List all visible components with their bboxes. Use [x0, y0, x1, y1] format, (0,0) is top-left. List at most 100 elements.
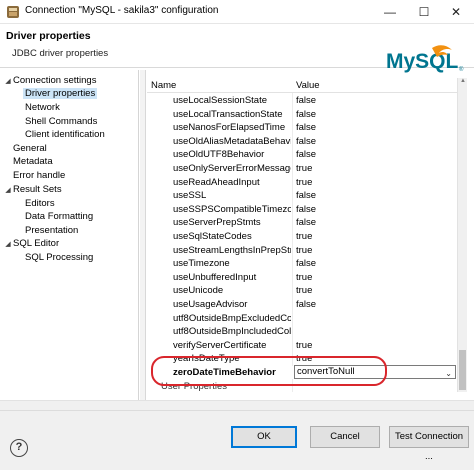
- property-name: useOldUTF8Behavior: [173, 149, 265, 161]
- property-value[interactable]: false: [296, 216, 316, 229]
- ok-button[interactable]: OK: [231, 426, 297, 448]
- chevron-down-icon[interactable]: ◢: [3, 75, 13, 88]
- window-title: Connection "MySQL - sakila3" configurati…: [25, 5, 219, 16]
- property-value[interactable]: true: [296, 284, 312, 297]
- table-row[interactable]: useUnbufferedInput true: [147, 271, 457, 284]
- chevron-down-icon[interactable]: ⌄: [445, 367, 452, 380]
- property-name: useTimezone: [173, 258, 230, 270]
- table-row[interactable]: useLocalTransactionState false: [147, 108, 457, 121]
- property-value[interactable]: false: [296, 257, 316, 270]
- property-value[interactable]: false: [296, 135, 316, 148]
- property-name: useOldAliasMetadataBehavior: [173, 135, 291, 147]
- value-dropdown[interactable]: convertToNull ⌄: [294, 365, 456, 379]
- property-value[interactable]: true: [296, 162, 312, 175]
- column-header-name[interactable]: Name: [151, 80, 176, 91]
- property-name: useUnbufferedInput: [173, 271, 257, 283]
- table-row[interactable]: useSSPSCompatibleTimezoneShift false: [147, 203, 457, 216]
- property-name: useLocalSessionState: [173, 95, 268, 106]
- property-name: zeroDateTimeBehavior: [173, 367, 276, 378]
- chevron-down-icon[interactable]: ◢: [3, 184, 13, 197]
- column-header-value[interactable]: Value: [296, 80, 320, 91]
- tree-item-client-identification[interactable]: Client identification: [25, 128, 105, 141]
- properties-table: Name Value useLocalSessionState false useL…: [147, 78, 457, 392]
- table-row[interactable]: useReadAheadInput true: [147, 176, 457, 189]
- table-row[interactable]: useStreamLengthsInPrepStmts true: [147, 244, 457, 257]
- vertical-scrollbar[interactable]: ▲: [457, 78, 467, 392]
- cancel-button[interactable]: Cancel: [310, 426, 380, 448]
- property-value[interactable]: true: [296, 176, 312, 189]
- table-row[interactable]: useServerPrepStmts false: [147, 216, 457, 229]
- splitter[interactable]: [140, 70, 146, 400]
- property-name: useServerPrepStmts: [173, 217, 261, 229]
- property-value[interactable]: true: [296, 352, 312, 365]
- close-icon: ✕: [450, 5, 462, 19]
- page-title: Driver properties: [6, 30, 91, 42]
- tree-item-shell-commands[interactable]: Shell Commands: [25, 115, 97, 128]
- property-name: useSSPSCompatibleTimezoneShift: [173, 203, 291, 215]
- property-value[interactable]: false: [296, 189, 316, 202]
- page-subtitle: JDBC driver properties: [12, 48, 109, 59]
- horizontal-scrollbar[interactable]: [0, 400, 474, 410]
- table-row[interactable]: useOldAliasMetadataBehavior false: [147, 135, 457, 148]
- table-row-selected[interactable]: zeroDateTimeBehavior convertToNull ⌄: [147, 365, 457, 379]
- property-value[interactable]: false: [296, 203, 316, 216]
- property-value[interactable]: false: [296, 108, 316, 121]
- value-dropdown-text: convertToNull: [297, 366, 355, 377]
- settings-tree: ◢ Connection settings Driver properties N…: [0, 70, 139, 400]
- property-name: useLocalTransactionState: [173, 108, 283, 120]
- table-row[interactable]: useNanosForElapsedTime false: [147, 121, 457, 134]
- property-value[interactable]: true: [296, 244, 312, 257]
- table-row[interactable]: useSSL false: [147, 189, 457, 202]
- tree-item-sql-editor[interactable]: ◢ SQL Editor: [3, 237, 59, 250]
- scrollbar-thumb[interactable]: [459, 350, 466, 390]
- table-row[interactable]: useUsageAdvisor false: [147, 298, 457, 311]
- user-properties-label: User Properties: [161, 381, 227, 392]
- property-name: useNanosForElapsedTime: [173, 122, 286, 134]
- tree-item-result-sets[interactable]: ◢ Result Sets: [3, 183, 61, 197]
- close-button[interactable]: ✕: [438, 0, 474, 24]
- property-value[interactable]: true: [296, 230, 312, 243]
- property-value[interactable]: false: [296, 298, 316, 311]
- property-name: useReadAheadInput: [173, 176, 260, 188]
- property-value[interactable]: false: [296, 148, 316, 161]
- tree-item-connection-settings[interactable]: ◢ Connection settings: [3, 74, 96, 87]
- tree-item-network[interactable]: Network: [25, 101, 60, 114]
- property-value[interactable]: true: [296, 271, 312, 284]
- tree-item-general[interactable]: General: [13, 142, 47, 155]
- table-row[interactable]: useSqlStateCodes true: [147, 230, 457, 243]
- property-name: yearIsDateType: [173, 353, 240, 365]
- table-row[interactable]: useUnicode true: [147, 284, 457, 297]
- title-bar: Connection "MySQL - sakila3" configurati…: [0, 0, 474, 24]
- minimize-icon: —: [384, 5, 396, 19]
- tree-item-presentation[interactable]: Presentation: [25, 224, 78, 237]
- table-row[interactable]: utf8OutsideBmpIncludedColumnNamePattern: [147, 325, 457, 338]
- table-row[interactable]: useOldUTF8Behavior false: [147, 148, 457, 161]
- dialog-footer: ? OK Cancel Test Connection ...: [0, 410, 474, 470]
- tree-item-data-formatting[interactable]: Data Formatting: [25, 210, 93, 223]
- tree-item-sql-processing[interactable]: SQL Processing: [25, 251, 93, 264]
- tree-item-metadata[interactable]: Metadata: [13, 155, 53, 168]
- table-row[interactable]: useLocalSessionState false: [147, 94, 457, 107]
- mysql-logo: MySQL ®: [386, 45, 464, 73]
- mysql-logo-mark: ®: [459, 66, 464, 73]
- help-icon[interactable]: ?: [10, 439, 28, 457]
- tree-item-driver-properties[interactable]: Driver properties: [23, 87, 98, 100]
- table-row[interactable]: verifyServerCertificate true: [147, 339, 457, 352]
- property-name: useSSL: [173, 190, 207, 202]
- tree-item-error-handle[interactable]: Error handle: [13, 169, 65, 182]
- table-row[interactable]: utf8OutsideBmpExcludedColumnNamePattern: [147, 312, 457, 325]
- maximize-icon: ☐: [418, 5, 430, 19]
- table-row[interactable]: useOnlyServerErrorMessages true: [147, 162, 457, 175]
- mysql-logo-text: MySQL: [386, 50, 459, 73]
- test-connection-button[interactable]: Test Connection ...: [389, 426, 469, 462]
- table-row[interactable]: yearIsDateType true: [147, 352, 457, 365]
- property-value[interactable]: false: [296, 121, 316, 134]
- property-value[interactable]: false: [296, 94, 316, 107]
- property-value[interactable]: true: [296, 339, 312, 352]
- property-name: utf8OutsideBmpExcludedColumnNamePattern: [173, 312, 291, 324]
- table-row[interactable]: useTimezone false: [147, 257, 457, 270]
- tree-item-editors[interactable]: Editors: [25, 197, 55, 210]
- scroll-up-icon[interactable]: ▲: [458, 78, 468, 88]
- user-properties-group[interactable]: User Properties: [147, 380, 457, 392]
- chevron-down-icon[interactable]: ◢: [3, 238, 13, 251]
